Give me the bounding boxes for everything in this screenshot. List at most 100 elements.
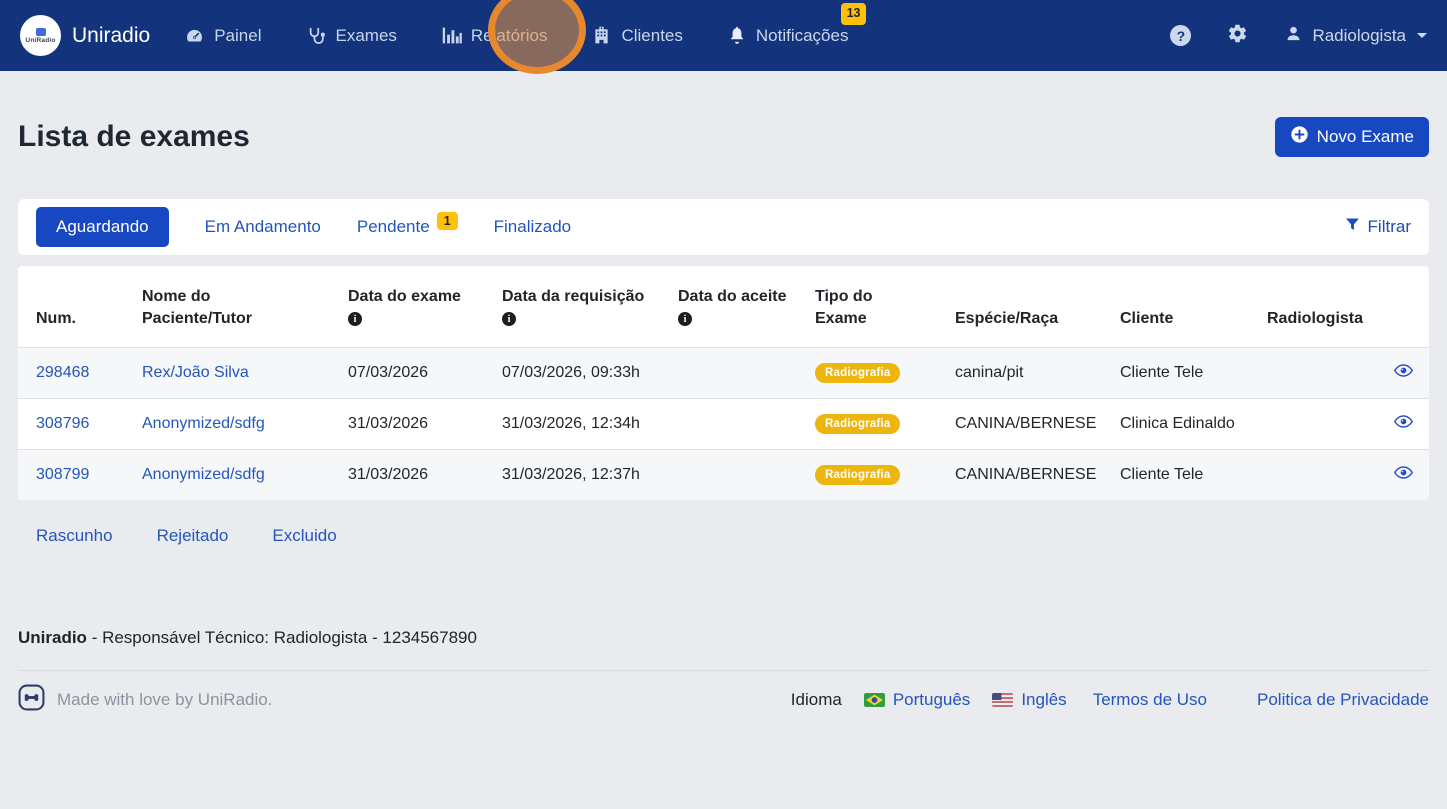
request-date: 07/03/2026, 09:33h — [502, 348, 678, 399]
nav-item-painel[interactable]: Painel — [184, 17, 261, 54]
info-icon[interactable] — [678, 312, 692, 326]
gear-icon[interactable] — [1227, 23, 1248, 49]
exam-number-link[interactable]: 308799 — [36, 466, 89, 483]
nav-label-exames: Exames — [335, 26, 396, 46]
nav-item-notificacoes[interactable]: Notificações 13 — [727, 17, 849, 54]
nav-label-clientes: Clientes — [621, 26, 682, 46]
tab-finalizado[interactable]: Finalizado — [494, 217, 572, 237]
link-rascunho[interactable]: Rascunho — [36, 526, 113, 546]
plus-circle-icon — [1290, 125, 1309, 149]
language-english[interactable]: Inglês — [992, 690, 1066, 710]
table-row: 308796 Anonymized/sdfg 31/03/2026 31/03/… — [18, 399, 1429, 450]
logo-shield-icon — [36, 28, 46, 36]
col-patient: Nome do Paciente/Tutor — [142, 266, 348, 348]
request-date: 31/03/2026, 12:34h — [502, 399, 678, 450]
filter-label: Filtrar — [1368, 217, 1411, 237]
language-portuguese-label: Português — [893, 690, 971, 710]
view-exam-button[interactable] — [1387, 348, 1429, 399]
nav-item-clientes[interactable]: Clientes — [591, 17, 682, 54]
bar-chart-icon — [441, 25, 462, 46]
exam-type-badge: Radiografia — [815, 414, 900, 434]
language-english-label: Inglês — [1021, 690, 1066, 710]
client-cell: Clinica Edinaldo — [1120, 399, 1267, 450]
exam-number-link[interactable]: 298468 — [36, 364, 89, 381]
stethoscope-icon — [305, 25, 326, 46]
eye-icon — [1394, 415, 1413, 432]
responsible-info: Uniradio - Responsável Técnico: Radiolog… — [18, 628, 1429, 648]
client-cell: Cliente Tele — [1120, 450, 1267, 501]
funnel-icon — [1344, 216, 1361, 238]
language-portuguese[interactable]: Português — [864, 690, 971, 710]
patient-link[interactable]: Anonymized/sdfg — [142, 466, 265, 483]
exam-type-badge: Radiografia — [815, 363, 900, 383]
main-nav: Painel Exames Relatórios Clientes Notifi… — [184, 17, 848, 54]
col-accept-date: Data do aceite — [678, 266, 815, 348]
radiologist-cell — [1267, 450, 1387, 501]
link-rejeitado[interactable]: Rejeitado — [157, 526, 229, 546]
terms-link[interactable]: Termos de Uso — [1093, 690, 1207, 710]
col-accept-date-label: Data do aceite — [678, 288, 786, 305]
help-icon[interactable] — [1170, 25, 1191, 46]
extra-status-links: Rascunho Rejeitado Excluido — [18, 526, 1429, 546]
tab-pendente[interactable]: Pendente 1 — [357, 217, 458, 237]
hospital-building-icon — [591, 25, 612, 46]
request-date: 31/03/2026, 12:37h — [502, 450, 678, 501]
col-client: Cliente — [1120, 266, 1267, 348]
exam-date: 31/03/2026 — [348, 450, 502, 501]
new-exam-button-label: Novo Exame — [1317, 127, 1414, 147]
brazil-flag-icon — [864, 693, 885, 707]
table-header-row: Num. Nome do Paciente/Tutor Data do exam… — [18, 266, 1429, 348]
bone-badge-icon — [18, 684, 45, 716]
tab-aguardando[interactable]: Aguardando — [36, 207, 169, 247]
link-excluido[interactable]: Excluido — [272, 526, 336, 546]
col-actions — [1387, 266, 1429, 348]
privacy-link[interactable]: Politica de Privacidade — [1257, 690, 1429, 710]
pendente-count-badge: 1 — [437, 212, 458, 230]
col-exam-date: Data do exame — [348, 266, 502, 348]
filter-button[interactable]: Filtrar — [1344, 216, 1411, 238]
uniradio-logo: UniRadio — [20, 15, 61, 56]
tab-pendente-label: Pendente — [357, 217, 430, 237]
nav-label-relatorios: Relatórios — [471, 26, 548, 46]
exam-date: 31/03/2026 — [348, 399, 502, 450]
user-icon — [1284, 24, 1303, 48]
status-tabs-bar: Aguardando Em Andamento Pendente 1 Final… — [18, 199, 1429, 255]
table-row: 298468 Rex/João Silva 07/03/2026 07/03/2… — [18, 348, 1429, 399]
species-cell: canina/pit — [955, 348, 1120, 399]
info-icon[interactable] — [348, 312, 362, 326]
accept-date — [678, 450, 815, 501]
eye-icon — [1394, 364, 1413, 381]
species-cell: CANINA/BERNESE — [955, 450, 1120, 501]
notifications-count-badge: 13 — [841, 3, 867, 25]
dashboard-gauge-icon — [184, 25, 205, 46]
patient-link[interactable]: Anonymized/sdfg — [142, 415, 265, 432]
exams-table: Num. Nome do Paciente/Tutor Data do exam… — [18, 266, 1429, 500]
user-label: Radiologista — [1312, 26, 1406, 46]
us-flag-icon — [992, 693, 1013, 707]
col-request-date-label: Data da requisição — [502, 288, 644, 305]
brand[interactable]: UniRadio Uniradio — [20, 15, 150, 56]
bell-icon — [727, 25, 747, 46]
view-exam-button[interactable] — [1387, 399, 1429, 450]
col-exam-date-label: Data do exame — [348, 288, 461, 305]
new-exam-button[interactable]: Novo Exame — [1275, 117, 1429, 157]
col-radiologist: Radiologista — [1267, 266, 1387, 348]
col-request-date: Data da requisição — [502, 266, 678, 348]
user-menu[interactable]: Radiologista — [1284, 24, 1427, 48]
species-cell: CANINA/BERNESE — [955, 399, 1120, 450]
company-name: Uniradio — [18, 628, 87, 647]
view-exam-button[interactable] — [1387, 450, 1429, 501]
nav-label-notificacoes: Notificações — [756, 26, 849, 46]
nav-item-relatorios[interactable]: Relatórios — [441, 17, 548, 54]
col-num: Num. — [18, 266, 142, 348]
nav-item-exames[interactable]: Exames — [305, 17, 396, 54]
main-content: Lista de exames Novo Exame Aguardando Em… — [0, 117, 1447, 716]
exam-type-badge: Radiografia — [815, 465, 900, 485]
info-icon[interactable] — [502, 312, 516, 326]
language-label: Idioma — [791, 690, 842, 710]
patient-link[interactable]: Rex/João Silva — [142, 364, 249, 381]
exams-table-card: Num. Nome do Paciente/Tutor Data do exam… — [18, 266, 1429, 500]
tab-em-andamento[interactable]: Em Andamento — [205, 217, 321, 237]
exam-number-link[interactable]: 308796 — [36, 415, 89, 432]
caret-down-icon — [1417, 33, 1427, 38]
